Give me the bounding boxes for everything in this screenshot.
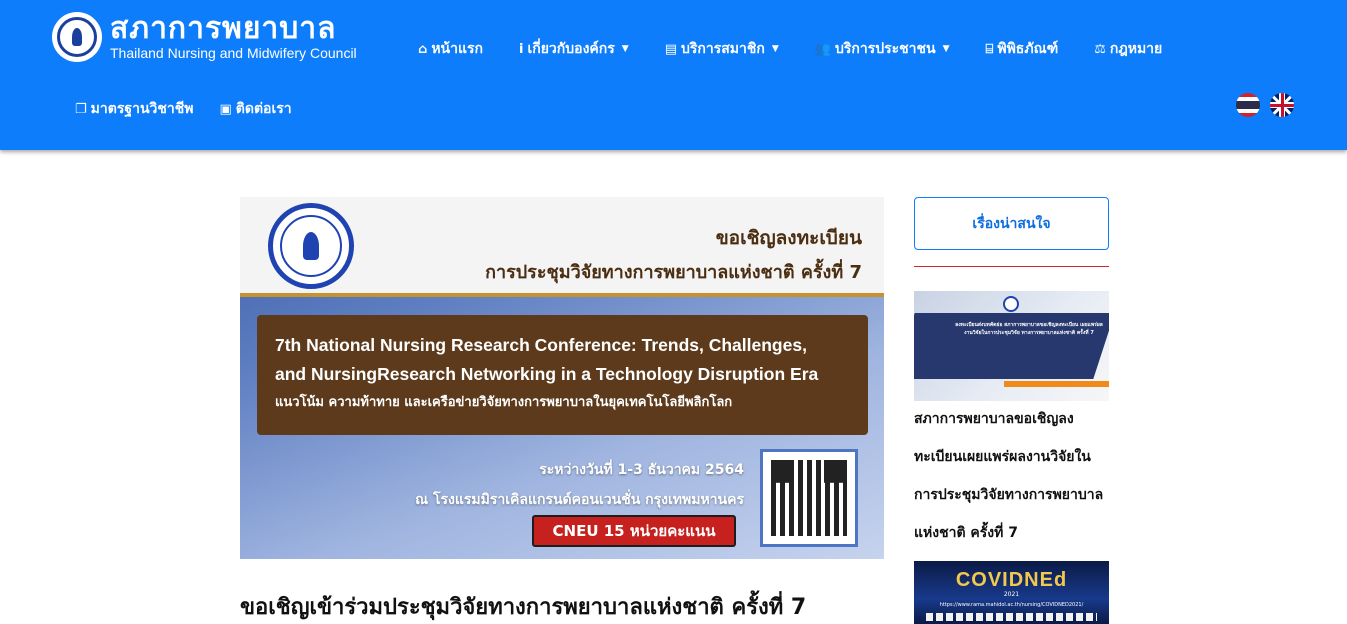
nav-museum[interactable]: ⌸ พิพิธภัณฑ์	[986, 38, 1059, 60]
banner-date: ระหว่างวันที่ 1-3 ธันวาคม 2564	[539, 462, 744, 478]
nav-label: พิพิธภัณฑ์	[997, 41, 1059, 57]
article-title: ขอเชิญเข้าร่วมประชุมวิจัยทางการพยาบาลแห่…	[240, 595, 807, 620]
partner-logos-icon	[926, 613, 1097, 621]
site-header: สภาการพยาบาล Thailand Nursing and Midwif…	[0, 0, 1347, 150]
banner-cneu-badge: CNEU 15 หน่วยคะแนน	[532, 515, 736, 547]
interesting-topics-button[interactable]: เรื่องน่าสนใจ	[914, 197, 1109, 250]
thumbnail-year: 2021	[1003, 591, 1020, 598]
logo-title-th: สภาการพยาบาล	[110, 11, 337, 46]
sidebar-item-thumbnail[interactable]: ลงทะเบียนส่งบทคัดย่อ สภาการพยาบาลขอเชิญล…	[914, 291, 1109, 401]
nav-public-services[interactable]: 👥 บริการประชาชน ▼	[815, 38, 950, 60]
users-icon: 👥	[814, 41, 831, 57]
covidned-thumbnail[interactable]: COVIDNEd 2021 https://www.rama.mahidol.a…	[914, 561, 1109, 624]
banner-title-en-2: and NursingResearch Networking in a Tech…	[275, 364, 819, 384]
nav-law[interactable]: ⚖ กฎหมาย	[1094, 38, 1162, 60]
nav-label: ติดต่อเรา	[235, 101, 292, 117]
thumbnail-url: https://www.rama.mahidol.ac.th/nursing/C…	[939, 602, 1084, 608]
contact-card-icon: ▣	[219, 101, 232, 117]
caret-down-icon: ▼	[942, 44, 950, 54]
nav-label: บริการสมาชิก	[680, 41, 765, 57]
banner-venue: ณ โรงแรมมิราเคิลแกรนด์คอนเวนชั่น กรุงเทพ…	[415, 492, 744, 508]
banner-conference-th: การประชุมวิจัยทางการพยาบาลแห่งชาติ ครั้ง…	[485, 262, 862, 283]
museum-icon: ⌸	[985, 41, 994, 57]
nav-contact[interactable]: ▣ ติดต่อเรา	[219, 98, 291, 120]
nav-standards[interactable]: ❐ มาตรฐานวิชาชีพ	[75, 98, 193, 120]
banner-title-th: แนวโน้ม ความท้าทาย และเครือข่ายวิจัยทางก…	[275, 395, 733, 410]
site-logo[interactable]: สภาการพยาบาล Thailand Nursing and Midwif…	[52, 12, 357, 62]
nav-label: มาตรฐานวิชาชีพ	[90, 101, 194, 117]
nav-member-services[interactable]: ▤ บริการสมาชิก ▼	[665, 38, 779, 60]
banner-invite: ขอเชิญลงทะเบียน	[715, 227, 862, 249]
thumbnail-title: COVIDNEd	[955, 569, 1068, 591]
council-seal-icon	[1003, 296, 1019, 312]
banner-title-en-1: 7th National Nursing Research Conference…	[275, 335, 807, 355]
copy-icon: ❐	[75, 101, 87, 117]
sidebar-item-caption[interactable]: สภาการพยาบาลขอเชิญลงทะเบียนเผยแพร่ผลงานว…	[914, 400, 1114, 552]
secondary-nav: ❐ มาตรฐานวิชาชีพ ▣ ติดต่อเรา	[75, 98, 318, 120]
banner-divider	[240, 293, 884, 297]
sidebar-divider	[914, 266, 1109, 267]
caret-down-icon: ▼	[771, 44, 779, 54]
council-seal-icon	[52, 12, 102, 62]
logo-text: สภาการพยาบาล Thailand Nursing and Midwif…	[110, 11, 357, 62]
info-icon: i	[519, 41, 524, 57]
thumbnail-text: ลงทะเบียนส่งบทคัดย่อ สภาการพยาบาลขอเชิญล…	[955, 322, 1103, 336]
qr-code-icon	[760, 449, 858, 547]
home-icon: ⌂	[418, 41, 428, 57]
uk-flag-icon[interactable]	[1270, 93, 1294, 117]
nav-label: หน้าแรก	[431, 41, 483, 57]
nav-home[interactable]: ⌂ หน้าแรก	[418, 38, 483, 60]
nav-label: บริการประชาชน	[834, 41, 936, 57]
banner-title-box: 7th National Nursing Research Conference…	[257, 315, 868, 435]
caret-down-icon: ▼	[621, 44, 629, 54]
logo-title-en: Thailand Nursing and Midwifery Council	[110, 45, 357, 61]
conference-banner[interactable]: ขอเชิญลงทะเบียน การประชุมวิจัยทางการพยาบ…	[240, 197, 884, 559]
language-switcher	[1226, 93, 1294, 117]
thai-flag-icon[interactable]	[1236, 93, 1260, 117]
council-seal-icon	[268, 203, 354, 289]
id-card-icon: ▤	[664, 41, 677, 57]
nav-about[interactable]: i เกี่ยวกับองค์กร ▼	[519, 38, 629, 60]
scale-icon: ⚖	[1094, 41, 1106, 57]
nav-label: กฎหมาย	[1109, 41, 1163, 57]
main-nav: ⌂ หน้าแรก i เกี่ยวกับองค์กร ▼ ▤ บริการสม…	[418, 38, 1198, 60]
nav-label: เกี่ยวกับองค์กร	[527, 41, 615, 57]
